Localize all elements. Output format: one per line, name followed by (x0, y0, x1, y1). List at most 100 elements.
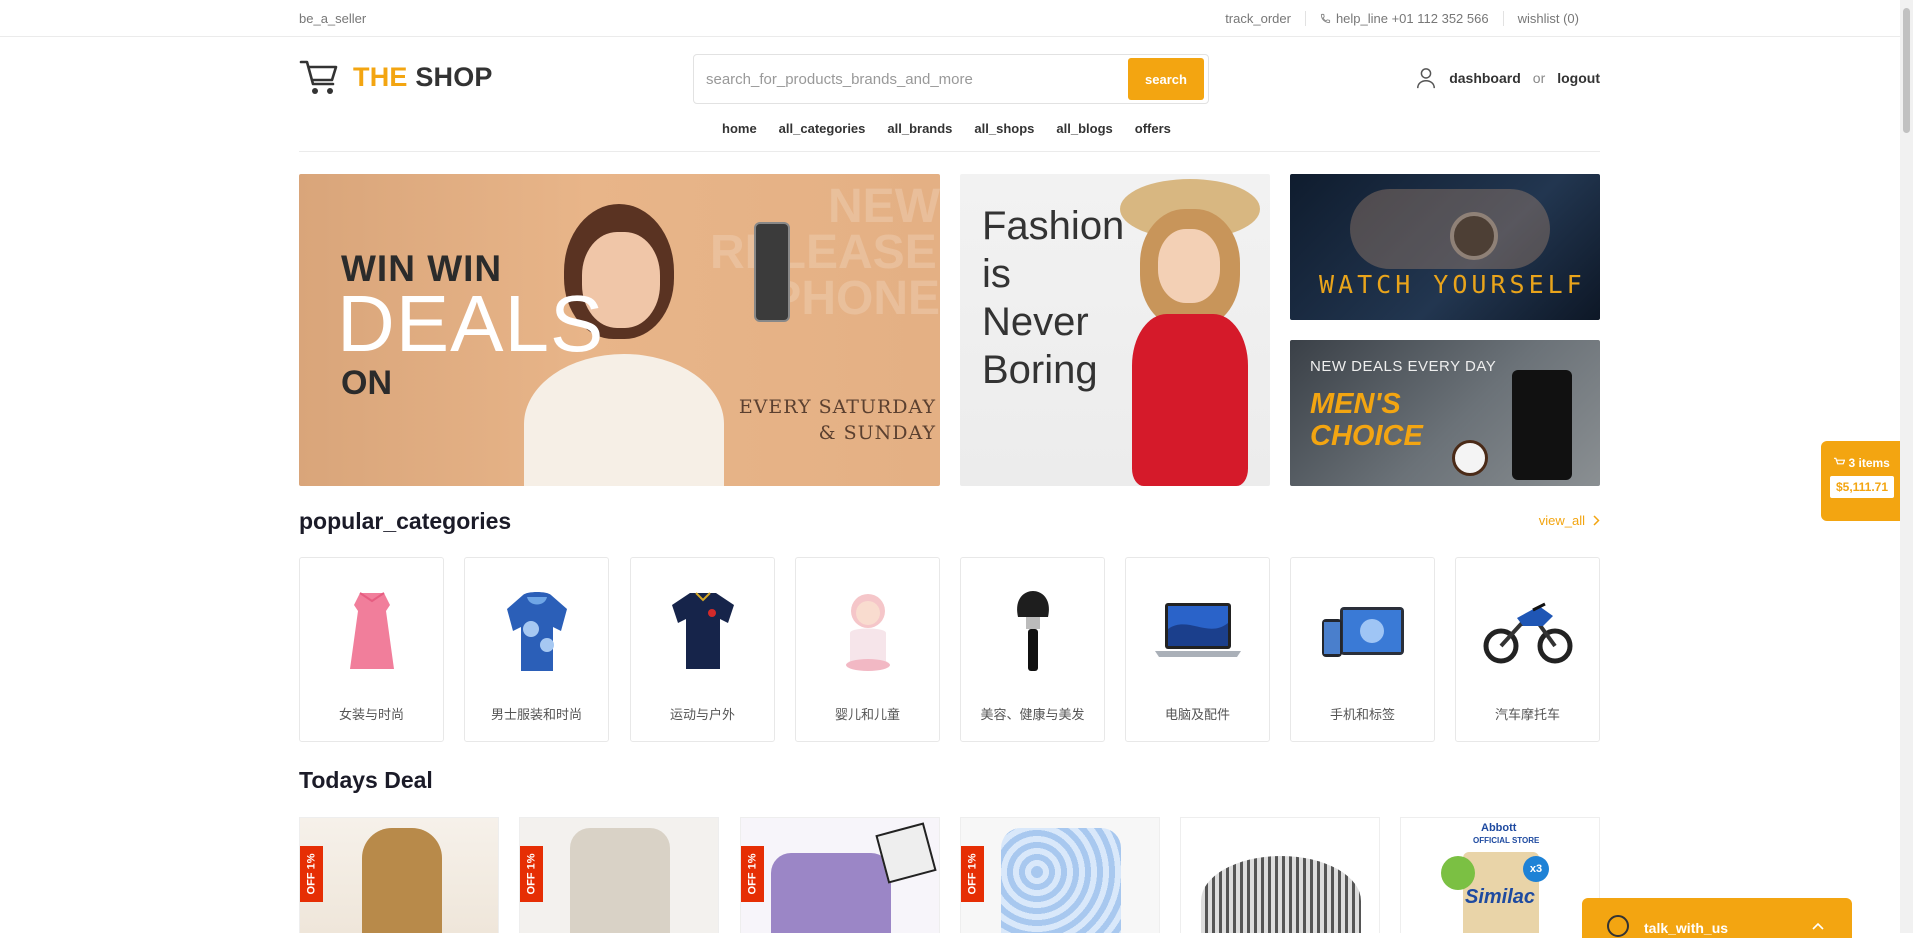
main-nav: home all_categories all_brands all_shops… (711, 121, 1182, 136)
abbott-logo: Abbott (1481, 822, 1517, 834)
brand-shop: SHOP (415, 61, 493, 92)
chevron-up-icon (1812, 922, 1824, 930)
arm-graphic (1350, 189, 1550, 269)
search-bar: search (693, 54, 1209, 104)
category-label: 电脑及配件 (1164, 707, 1230, 722)
category-card[interactable]: 男士服装和时尚 (464, 557, 609, 742)
jersey-icon (658, 586, 748, 676)
discount-badge-text: OFF 1% (305, 853, 318, 895)
chevron-right-icon (1593, 515, 1600, 526)
banner-phone-deals[interactable]: NEW RELEASED PHONE WIN WIN DEALS ON EVER… (299, 174, 940, 486)
popular-categories-title: popular_categories (299, 508, 512, 534)
tablet-phone-icon (1318, 586, 1408, 676)
nav-all-categories[interactable]: all_categories (768, 121, 877, 136)
banner-fashion-2: is (982, 252, 1011, 296)
nav-all-shops[interactable]: all_shops (963, 121, 1045, 136)
chat-widget[interactable]: talk_with_us (1582, 898, 1852, 938)
banner-deals: DEALS (337, 279, 605, 368)
category-card[interactable]: 汽车摩托车 (1455, 557, 1600, 742)
deal-card[interactable]: OFF 1% (519, 817, 719, 933)
product-image (1001, 828, 1121, 933)
deal-card[interactable]: OFF 1% (740, 817, 940, 933)
chat-label: talk_with_us (1644, 920, 1729, 936)
discount-badge: OFF 1% (741, 846, 764, 902)
deal-card[interactable]: Abbott OFFICIAL STORE Similac x3 (1400, 817, 1600, 933)
category-card[interactable]: 运动与户外 (630, 557, 775, 742)
product-image (1201, 856, 1361, 933)
similac-label: Similac (1465, 886, 1536, 908)
banner-sunday: & SUNDAY (818, 422, 936, 444)
logout-link[interactable]: logout (1557, 70, 1600, 86)
nav-offers[interactable]: offers (1124, 121, 1182, 136)
floating-cart[interactable]: 3 items $5,111.71 (1821, 441, 1903, 521)
track-order-link[interactable]: track_order (1211, 11, 1305, 26)
help-line-text: help_line +01 112 352 566 (1335, 11, 1489, 26)
banner-fashion-1: Fashion (982, 204, 1125, 248)
page-scrollbar[interactable] (1900, 0, 1913, 933)
product-image (362, 828, 442, 933)
top-bar: be_a_seller track_order help_line +01 11… (0, 0, 1913, 37)
category-card[interactable]: 女装与时尚 (299, 557, 444, 742)
nav-home[interactable]: home (711, 121, 768, 136)
phone-icon (1320, 13, 1331, 24)
deal-card[interactable]: OFF 1% (299, 817, 499, 933)
banner-bg-text: NEW RELEASED PHONE (710, 180, 940, 325)
category-card[interactable]: 电脑及配件 (1125, 557, 1270, 742)
makeup-brush-icon (988, 586, 1078, 676)
wishlist-link[interactable]: wishlist (0) (1502, 11, 1593, 26)
product-image (771, 853, 891, 933)
brand-name: THE SHOP (353, 62, 493, 93)
banner-watch-text: WATCH YOURSELF (1319, 270, 1586, 299)
official-store-label: OFFICIAL STORE (1473, 836, 1540, 845)
deal-card[interactable] (1180, 817, 1380, 933)
view-all-text: view_all (1538, 513, 1585, 528)
category-card[interactable]: 婴儿和儿童 (795, 557, 940, 742)
discount-badge: OFF 1% (961, 846, 984, 902)
search-input[interactable] (694, 55, 1128, 103)
banner-every-saturday: EVERY SATURDAY (738, 396, 936, 418)
category-label: 女装与时尚 (338, 707, 404, 722)
girl-silhouette (1110, 174, 1270, 486)
category-card[interactable]: 手机和标签 (1290, 557, 1435, 742)
be-a-seller-link[interactable]: be_a_seller (299, 11, 366, 26)
search-button[interactable]: search (1128, 58, 1204, 100)
banner-new-deals: NEW DEALS EVERY DAY (1310, 358, 1497, 375)
category-label: 手机和标签 (1329, 707, 1395, 722)
scrollbar-thumb[interactable] (1903, 8, 1910, 133)
banner-fashion-3: Never (982, 300, 1089, 344)
cart-items-count: 3 items (1848, 456, 1890, 470)
banner-watch[interactable]: WATCH YOURSELF (1290, 174, 1600, 320)
perfume-graphic (1512, 370, 1572, 480)
help-line[interactable]: help_line +01 112 352 566 (1304, 11, 1503, 26)
category-label: 美容、健康与美发 (980, 707, 1085, 722)
phone-graphic (754, 222, 790, 322)
brand-the: THE (353, 61, 408, 92)
cart-logo-icon (299, 60, 338, 94)
leaf-badge (1441, 856, 1475, 890)
discount-badge-text: OFF 1% (746, 853, 759, 895)
view-all-link[interactable]: view_all (1539, 513, 1600, 528)
banner-choice: CHOICE (1310, 420, 1423, 452)
nav-all-brands[interactable]: all_brands (876, 121, 963, 136)
deal-card[interactable]: OFF 1% (960, 817, 1160, 933)
site-logo[interactable]: THE SHOP (299, 57, 493, 97)
product-image (570, 828, 670, 933)
hoodie-icon (492, 586, 582, 676)
motorcycle-icon (1483, 586, 1573, 676)
banner-fashion[interactable]: Fashion is Never Boring (960, 174, 1270, 486)
nav-all-blogs[interactable]: all_blogs (1045, 121, 1123, 136)
cart-icon (1834, 457, 1846, 465)
dress-icon (327, 586, 417, 676)
user-icon (1417, 68, 1436, 89)
category-label: 运动与户外 (669, 707, 735, 722)
dashboard-link[interactable]: dashboard (1449, 70, 1521, 86)
or-text: or (1532, 70, 1546, 86)
banner-on: ON (341, 364, 392, 402)
category-card[interactable]: 美容、健康与美发 (960, 557, 1105, 742)
todays-deal-title: Todays Deal (299, 767, 433, 793)
watch-small-graphic (1452, 440, 1488, 476)
cart-items: 3 items (1821, 456, 1903, 470)
banner-mens-choice[interactable]: NEW DEALS EVERY DAY MEN'S CHOICE (1290, 340, 1600, 486)
category-label: 汽车摩托车 (1494, 707, 1560, 722)
cart-total: $5,111.71 (1829, 476, 1895, 498)
